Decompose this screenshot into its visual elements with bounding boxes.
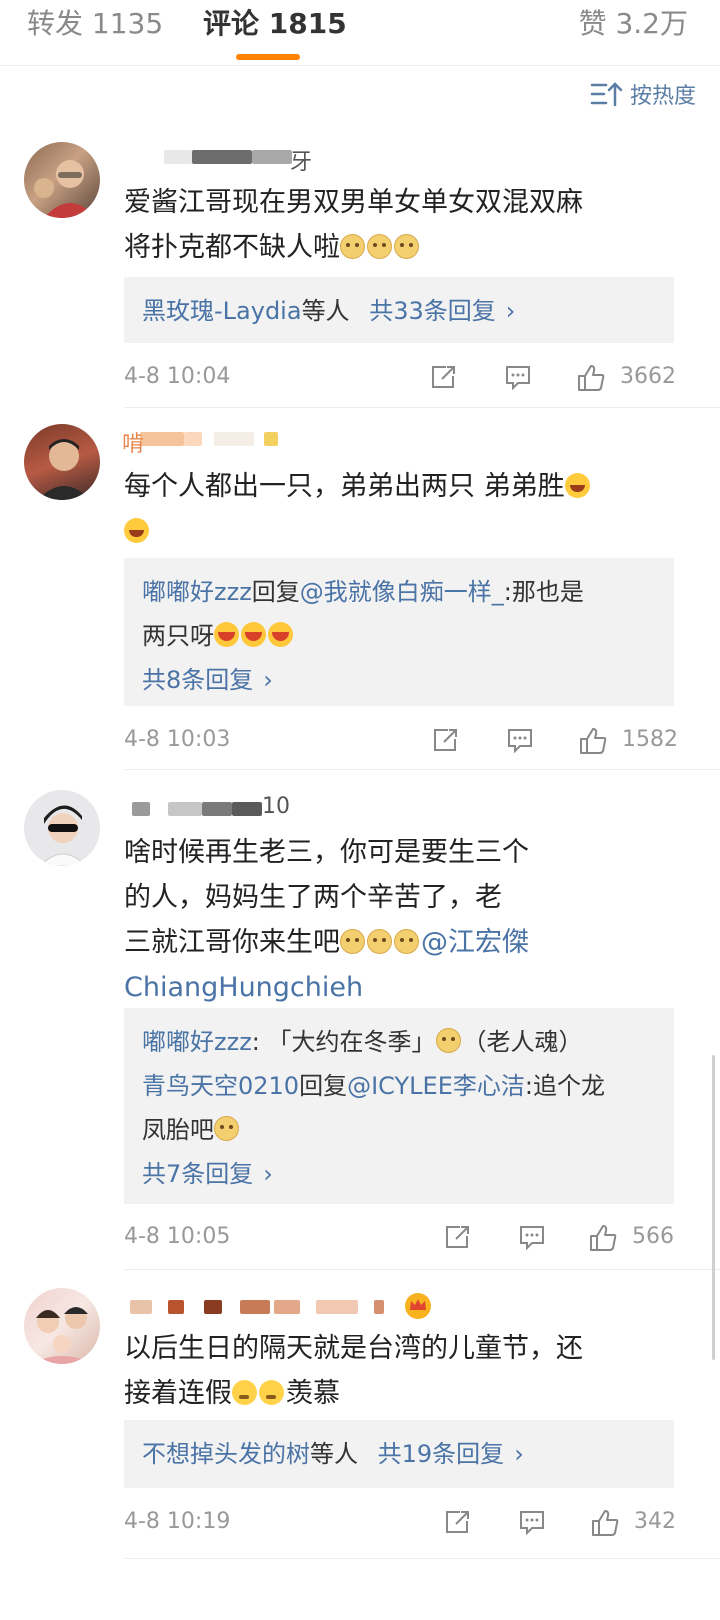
view-replies-link[interactable]: 共33条回复: [369, 297, 496, 325]
comment-meta: 4-8 10:05 566: [124, 1219, 684, 1255]
share-icon[interactable]: [430, 364, 458, 390]
active-tab-indicator: [236, 54, 300, 60]
tab-bar: 转发 1135 评论 1815 赞 3.2万: [0, 0, 720, 66]
chevron-right-icon: ›: [263, 1160, 273, 1188]
avatar[interactable]: [24, 142, 100, 218]
timestamp: 4-8 10:03: [124, 727, 231, 752]
avatar[interactable]: [24, 790, 100, 866]
reply-summary[interactable]: 黑玫瑰-Laydia等人 共33条回复 ›: [124, 277, 674, 343]
thinking-emoji: [232, 1380, 257, 1405]
like-icon[interactable]: [588, 1224, 618, 1252]
scrollbar[interactable]: [712, 1055, 715, 1360]
laugh-emoji: [564, 473, 590, 498]
like-count: 342: [634, 1509, 676, 1534]
like-count: 566: [632, 1224, 674, 1249]
doge-emoji: [394, 234, 419, 259]
comment-meta: 4-8 10:04 3662: [124, 359, 684, 395]
comment-icon[interactable]: [504, 364, 532, 390]
comment-text: 以后生日的隔天就是台湾的儿童节，还 接着连假 羡慕: [124, 1333, 583, 1409]
view-replies-link[interactable]: 共8条回复: [142, 666, 253, 694]
chevron-right-icon: ›: [514, 1440, 524, 1468]
username-prefix: 啃: [122, 432, 145, 457]
timestamp: 4-8 10:19: [124, 1509, 231, 1534]
comment-item: 以后生日的隔天就是台湾的儿童节，还 接着连假 羡慕 不想掉头发的树等人 共19条回…: [0, 1270, 720, 1570]
username-redacted[interactable]: [124, 142, 304, 172]
like-icon[interactable]: [576, 364, 606, 392]
view-replies-link[interactable]: 共19条回复: [378, 1440, 505, 1468]
comment-meta: 4-8 10:03 1582: [124, 722, 684, 758]
like-icon[interactable]: [590, 1509, 620, 1537]
crown-badge: [402, 1290, 434, 1326]
sort-label: 按热度: [629, 84, 696, 109]
view-replies-link[interactable]: 共7条回复: [142, 1160, 253, 1188]
doge-emoji: [394, 929, 419, 954]
reply-user-link[interactable]: 嘟嘟好zzz: [142, 578, 252, 606]
timestamp: 4-8 10:05: [124, 1224, 231, 1249]
doge-emoji: [435, 1028, 461, 1053]
username-suffix: 牙: [290, 150, 313, 175]
doge-emoji: [340, 234, 365, 259]
username-redacted[interactable]: [124, 424, 294, 454]
crown-icon: [405, 1293, 431, 1319]
laugh-emoji: [124, 518, 149, 543]
comment-item: 10 啥时候再生老三，你可是要生三个 的人，妈妈生了两个辛苦了，老 三就江哥你来…: [0, 770, 720, 1270]
like-count: 3662: [620, 364, 676, 389]
sort-icon: [590, 82, 623, 107]
like-icon[interactable]: [578, 727, 608, 755]
thinking-emoji: [259, 1380, 284, 1405]
tab-comment[interactable]: 评论 1815: [203, 6, 347, 42]
doge-emoji: [340, 929, 365, 954]
doge-emoji: [214, 1116, 239, 1141]
divider: [124, 1558, 720, 1559]
username-suffix: 10: [262, 794, 290, 819]
username-redacted[interactable]: [124, 1292, 424, 1322]
mention-link[interactable]: @我就像白痴一样_: [300, 578, 504, 606]
reply-preview[interactable]: 嘟嘟好zzz: 「大约在冬季」 （老人魂） 青鸟天空0210回复@ICYLEE李心…: [124, 1008, 674, 1204]
avatar[interactable]: [24, 1288, 100, 1364]
share-icon[interactable]: [432, 727, 460, 753]
mention-link[interactable]: @ICYLEE李心洁: [347, 1072, 525, 1100]
share-icon[interactable]: [444, 1509, 472, 1535]
chevron-right-icon: ›: [505, 297, 516, 325]
sort-by-hot-button[interactable]: 按热度: [590, 76, 696, 112]
comment-text: 啥时候再生老三，你可是要生三个 的人，妈妈生了两个辛苦了，老 三就江哥你来生吧 @…: [124, 830, 694, 1010]
comment-meta: 4-8 10:19 342: [124, 1504, 684, 1540]
avatar[interactable]: [24, 424, 100, 500]
reply-user-link[interactable]: 不想掉头发的树: [142, 1440, 310, 1468]
grin-emoji: [241, 622, 266, 647]
chevron-right-icon: ›: [263, 666, 273, 694]
comment-text: 每个人都出一只，弟弟出两只 弟弟胜: [124, 464, 694, 554]
share-icon[interactable]: [444, 1224, 472, 1250]
timestamp: 4-8 10:04: [124, 364, 231, 389]
like-count: 1582: [622, 727, 678, 752]
comment-icon[interactable]: [518, 1509, 546, 1535]
reply-user-link[interactable]: 青鸟天空0210: [142, 1072, 299, 1100]
mention-link-continued[interactable]: ChiangHungchieh: [124, 965, 694, 1010]
comment-item: 啃 每个人都出一只，弟弟出两只 弟弟胜 嘟嘟好zzz回复@我就像白痴一样_:那也…: [0, 408, 720, 770]
tab-repost[interactable]: 转发 1135: [27, 6, 163, 42]
reply-summary[interactable]: 不想掉头发的树等人 共19条回复 ›: [124, 1420, 674, 1488]
tab-like[interactable]: 赞 3.2万: [579, 6, 688, 42]
mention-link[interactable]: @江宏傑: [421, 927, 529, 958]
grin-emoji: [268, 622, 293, 647]
doge-emoji: [367, 234, 392, 259]
reply-user-link[interactable]: 黑玫瑰-Laydia: [142, 297, 302, 325]
comment-icon[interactable]: [506, 727, 534, 753]
reply-preview[interactable]: 嘟嘟好zzz回复@我就像白痴一样_:那也是 两只呀 共8条回复 ›: [124, 558, 674, 706]
username-redacted[interactable]: [124, 794, 274, 824]
grin-emoji: [214, 622, 239, 647]
doge-emoji: [367, 929, 392, 954]
comment-icon[interactable]: [518, 1224, 546, 1250]
comment-item: 牙 爱酱江哥现在男双男单女单女双混双麻 将扑克都不缺人啦 黑玫瑰-Laydia等…: [0, 130, 720, 408]
reply-user-link[interactable]: 嘟嘟好zzz: [142, 1028, 252, 1056]
comment-text: 爱酱江哥现在男双男单女单女双混双麻 将扑克都不缺人啦: [124, 187, 583, 263]
